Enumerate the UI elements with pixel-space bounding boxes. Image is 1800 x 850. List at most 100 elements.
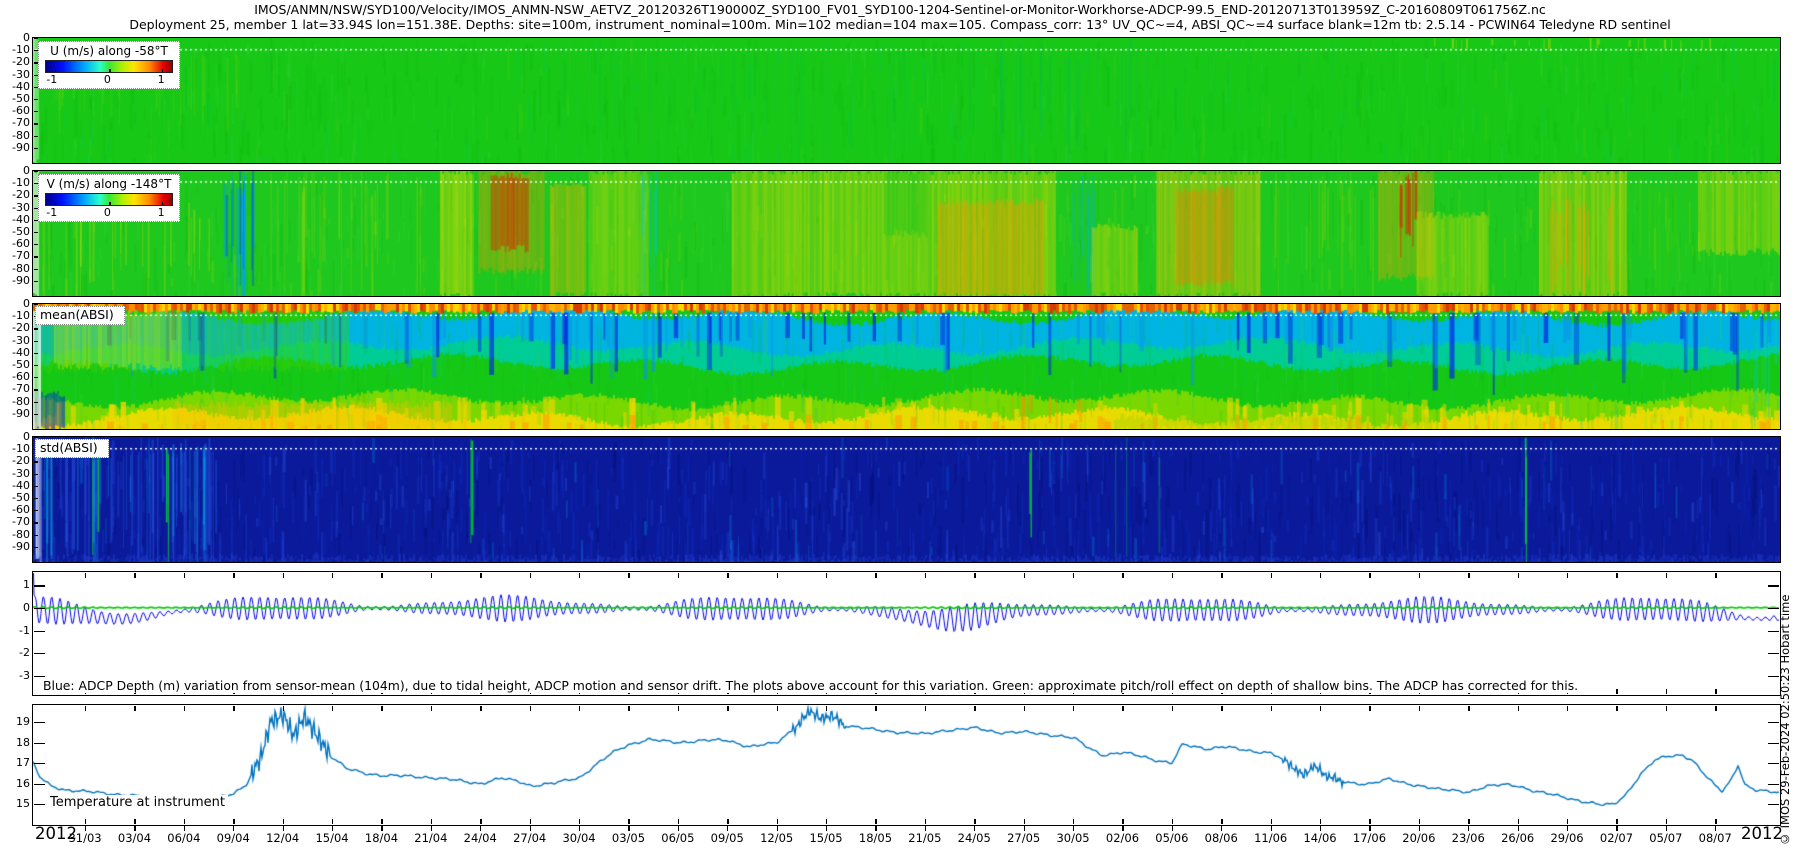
y-tick-mark: [34, 147, 38, 149]
x-date-label: 06/05: [661, 831, 695, 845]
y-tick-mark: [34, 304, 38, 306]
v-colorbar-ticks: -1 0 1: [45, 206, 173, 219]
x-date-label: 05/06: [1155, 831, 1189, 845]
y-tick-label: -10: [12, 43, 30, 57]
x-tick-mark: [1320, 573, 1322, 578]
y-tick-label: -30: [12, 67, 30, 81]
y-tick-label: -40: [12, 212, 30, 226]
x-tick-mark: [1665, 689, 1668, 694]
x-tick-mark: [332, 573, 334, 578]
x-tick-mark: [1023, 573, 1025, 578]
x-tick-mark: [134, 706, 136, 711]
colorbar-notch: [161, 68, 164, 72]
y-tick-mark: [1768, 630, 1779, 632]
y-tick-mark: [34, 328, 38, 330]
y-tick-label: -3: [19, 668, 30, 682]
x-date-label: 03/05: [611, 831, 646, 845]
x-tick-mark: [1715, 706, 1717, 711]
x-tick-mark: [183, 819, 186, 824]
x-tick-mark: [430, 706, 433, 711]
x-tick-mark: [1715, 819, 1717, 824]
y-tick-label: 17: [16, 756, 30, 769]
x-tick-mark: [1665, 573, 1668, 578]
y-tick-mark: [1768, 608, 1779, 610]
y-tick-label: -70: [12, 382, 30, 396]
x-tick-mark: [974, 706, 976, 711]
y-tick-mark: [34, 630, 45, 632]
y-tick-label: 0: [23, 164, 30, 177]
panel-mean-absi: mean(ABSI): [32, 303, 1781, 430]
x-tick-mark: [826, 573, 828, 578]
x-tick-mark: [1171, 573, 1174, 578]
y-tick-mark: [1768, 653, 1779, 655]
y-tick-label: -60: [12, 237, 30, 251]
x-date-label: 21/04: [414, 831, 448, 845]
x-date-label: 18/05: [858, 831, 893, 845]
x-date-label: 26/06: [1501, 831, 1535, 845]
x-tick-mark: [233, 819, 235, 824]
x-tick-mark: [1221, 819, 1223, 824]
title-deployment-info: Deployment 25, member 1 lat=33.94S lon=1…: [129, 17, 1671, 32]
x-date-label: 08/07: [1698, 831, 1732, 845]
depth-variation-lineplot: [33, 572, 1780, 695]
x-tick-mark: [1270, 706, 1272, 711]
x-date-label: 30/05: [1056, 831, 1090, 845]
x-date-label: 23/06: [1451, 831, 1485, 845]
x-tick-mark: [628, 573, 630, 578]
x-tick-mark: [332, 706, 334, 711]
x-tick-mark: [1369, 706, 1371, 711]
x-date-label: 09/04: [216, 831, 250, 845]
y-tick-label: -20: [12, 454, 30, 468]
y-tick-label: -20: [12, 55, 30, 69]
temperature-label: Temperature at instrument: [47, 795, 228, 810]
x-tick-mark: [579, 573, 581, 578]
colorbar-notch: [161, 201, 164, 205]
x-tick-mark: [1369, 573, 1371, 578]
y-tick-label: -20: [12, 321, 30, 335]
colorbar-tick-label: 0: [103, 73, 111, 86]
x-date-label: 02/07: [1599, 831, 1634, 845]
x-date-label: 29/06: [1550, 831, 1584, 845]
y-tick-label: -80: [12, 261, 30, 275]
x-tick-mark: [776, 819, 778, 824]
y-tick-mark: [1768, 722, 1779, 724]
x-tick-mark: [1073, 706, 1075, 711]
x-tick-mark: [1369, 819, 1371, 824]
y-tick-label: -70: [12, 116, 30, 130]
y-tick-mark: [34, 171, 38, 173]
u-colorbar: [45, 60, 173, 73]
y-tick-label: -50: [12, 225, 30, 238]
x-tick-mark: [1122, 706, 1124, 711]
x-tick-mark: [875, 819, 877, 824]
x-tick-mark: [677, 706, 680, 711]
y-tick-label: -50: [12, 491, 30, 504]
y-tick-label: -90: [12, 140, 30, 154]
x-tick-mark: [381, 819, 383, 824]
y-tick-label: -30: [12, 200, 30, 214]
x-date-label: 12/05: [760, 831, 794, 845]
y-tick-mark: [34, 510, 38, 512]
x-tick-mark: [1073, 819, 1075, 824]
colorbar-notch: [54, 201, 57, 205]
x-tick-mark: [430, 573, 433, 578]
colorbar-tick-label: -1: [46, 206, 58, 219]
x-tick-mark: [134, 573, 136, 578]
u-colorbar-legend: U (m/s) along -58°T -1 0 1: [38, 41, 180, 89]
x-tick-mark: [875, 573, 877, 578]
x-date-label: 03/04: [117, 831, 152, 845]
std-absi-label: std(ABSI): [35, 439, 109, 458]
x-tick-mark: [282, 819, 284, 824]
adcp-mooring-plot: IMOS/ANMN/NSW/SYD100/Velocity/IMOS_ANMN-…: [0, 0, 1800, 850]
y-tick-mark: [34, 244, 38, 246]
y-tick-mark: [1768, 585, 1779, 587]
y-tick-mark: [34, 763, 45, 765]
y-tick-mark: [1768, 675, 1779, 678]
x-tick-mark: [924, 819, 927, 824]
colorbar-notch: [109, 68, 111, 72]
y-tick-mark: [34, 522, 38, 524]
y-tick-label: -60: [12, 104, 30, 118]
x-date-label: 02/06: [1105, 831, 1140, 845]
x-date-label: 06/04: [167, 831, 201, 845]
x-tick-mark: [826, 819, 828, 824]
y-tick-mark: [34, 534, 38, 536]
